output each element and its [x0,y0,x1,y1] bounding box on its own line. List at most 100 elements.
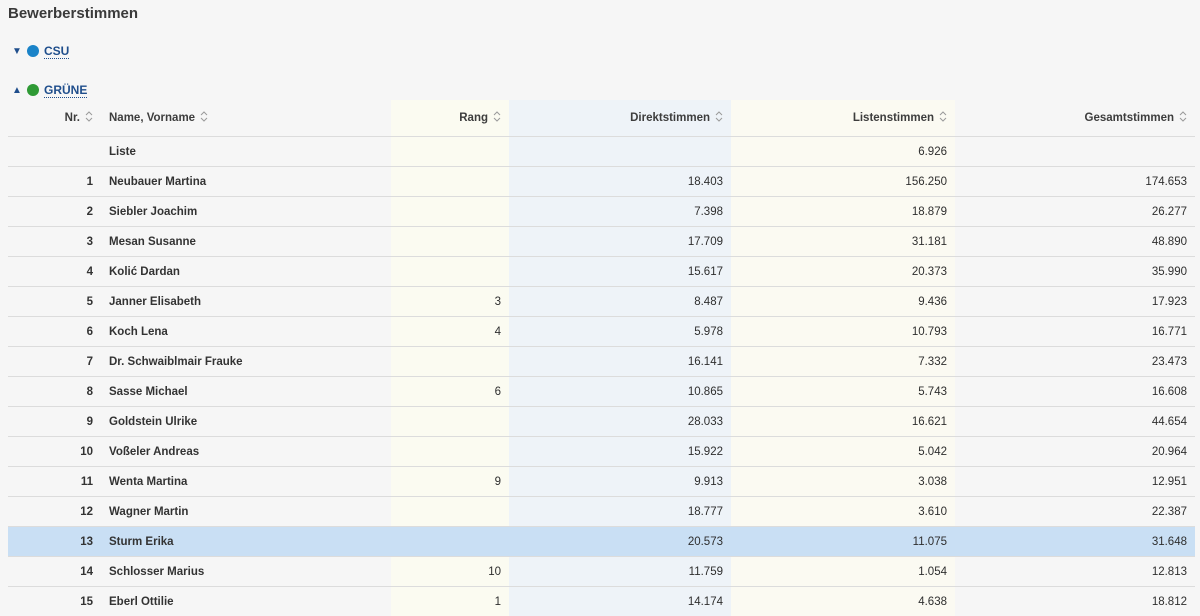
table-row[interactable]: 5 Janner Elisabeth 3 8.487 9.436 17.923 [8,286,1195,317]
table-row[interactable]: 6 Koch Lena 4 5.978 10.793 16.771 [8,316,1195,347]
cell-listenstimmen: 5.743 [731,376,955,407]
table-row[interactable]: 1 Neubauer Martina 18.403 156.250 174.653 [8,166,1195,197]
cell-direktstimmen: 15.922 [509,436,731,467]
cell-rang: 10 [391,556,509,587]
table-row[interactable]: 11 Wenta Martina 9 9.913 3.038 12.951 [8,466,1195,497]
header-gesamtstimmen-label: Gesamtstimmen [1084,112,1174,124]
cell-nr [8,136,101,167]
cell-nr: 5 [8,286,101,317]
cell-nr: 13 [8,526,101,557]
table-row[interactable]: 4 Kolić Dardan 15.617 20.373 35.990 [8,256,1195,287]
cell-name: Schlosser Marius [101,556,391,587]
party-toggle-csu[interactable]: ▼ CSU [12,42,70,60]
cell-rang [391,406,509,437]
table-row[interactable]: 15 Eberl Ottilie 1 14.174 4.638 18.812 [8,586,1195,616]
header-name[interactable]: Name, Vorname [101,100,391,137]
cell-nr: 12 [8,496,101,527]
header-nr[interactable]: Nr. [8,100,101,137]
cell-name: Goldstein Ulrike [101,406,391,437]
cell-gesamtstimmen: 26.277 [955,196,1195,227]
header-rang[interactable]: Rang [391,100,509,137]
cell-listenstimmen: 1.054 [731,556,955,587]
table-row[interactable]: 10 Voßeler Andreas 15.922 5.042 20.964 [8,436,1195,467]
cell-name: Koch Lena [101,316,391,347]
cell-rang: 9 [391,466,509,497]
cell-gesamtstimmen [955,136,1195,167]
cell-rang [391,196,509,227]
party-color-dot-gruene [27,84,39,96]
cell-listenstimmen: 20.373 [731,256,955,287]
candidate-votes-table: Nr. Name, Vorname Rang Direktstimmen Lis… [8,100,1195,616]
party-name-gruene[interactable]: GRÜNE [44,83,88,98]
party-color-dot-csu [27,45,39,57]
table-row[interactable]: 7 Dr. Schwaiblmair Frauke 16.141 7.332 23.47… [8,346,1195,377]
cell-name: Sturm Erika [101,526,391,557]
cell-direktstimmen: 16.141 [509,346,731,377]
header-direktstimmen-label: Direktstimmen [630,112,710,124]
table-row[interactable]: 2 Siebler Joachim 7.398 18.879 26.277 [8,196,1195,227]
sort-icon [715,111,723,123]
cell-name: Wenta Martina [101,466,391,497]
cell-nr: 1 [8,166,101,197]
cell-direktstimmen: 9.913 [509,466,731,497]
triangle-up-icon: ▲ [12,84,22,96]
table-row[interactable]: Liste 6.926 [8,136,1195,167]
table-header-row: Nr. Name, Vorname Rang Direktstimmen Lis… [8,100,1195,137]
cell-gesamtstimmen: 12.951 [955,466,1195,497]
cell-name: Neubauer Martina [101,166,391,197]
cell-listenstimmen: 18.879 [731,196,955,227]
triangle-down-icon: ▼ [12,45,22,57]
cell-nr: 9 [8,406,101,437]
cell-listenstimmen: 10.793 [731,316,955,347]
cell-nr: 4 [8,256,101,287]
header-rang-label: Rang [459,112,488,124]
cell-rang [391,226,509,257]
table-row[interactable]: 13 Sturm Erika 20.573 11.075 31.648 [8,526,1195,557]
cell-nr: 3 [8,226,101,257]
cell-name: Liste [101,136,391,167]
cell-direktstimmen: 18.777 [509,496,731,527]
cell-nr: 14 [8,556,101,587]
cell-rang [391,526,509,557]
table-row[interactable]: 12 Wagner Martin 18.777 3.610 22.387 [8,496,1195,527]
cell-nr: 8 [8,376,101,407]
cell-rang: 6 [391,376,509,407]
cell-direktstimmen: 28.033 [509,406,731,437]
party-toggle-gruene[interactable]: ▲ GRÜNE [12,81,88,99]
table-row[interactable]: 3 Mesan Susanne 17.709 31.181 48.890 [8,226,1195,257]
header-listenstimmen-label: Listenstimmen [852,112,934,124]
cell-direktstimmen: 18.403 [509,166,731,197]
cell-direktstimmen: 17.709 [509,226,731,257]
cell-direktstimmen: 20.573 [509,526,731,557]
cell-gesamtstimmen: 18.812 [955,586,1195,616]
header-gesamtstimmen[interactable]: Gesamtstimmen [955,100,1195,137]
cell-nr: 10 [8,436,101,467]
cell-direktstimmen: 15.617 [509,256,731,287]
table-row[interactable]: 8 Sasse Michael 6 10.865 5.743 16.608 [8,376,1195,407]
table-row[interactable]: 9 Goldstein Ulrike 28.033 16.621 44.654 [8,406,1195,437]
cell-gesamtstimmen: 44.654 [955,406,1195,437]
cell-direktstimmen [509,136,731,167]
cell-direktstimmen: 11.759 [509,556,731,587]
cell-listenstimmen: 3.038 [731,466,955,497]
cell-name: Dr. Schwaiblmair Frauke [101,346,391,377]
table-row[interactable]: 14 Schlosser Marius 10 11.759 1.054 12.813 [8,556,1195,587]
cell-name: Kolić Dardan [101,256,391,287]
sort-icon [939,111,947,123]
page-title: Bewerberstimmen [8,5,139,22]
cell-nr: 11 [8,466,101,497]
cell-name: Voßeler Andreas [101,436,391,467]
cell-listenstimmen: 5.042 [731,436,955,467]
cell-rang [391,256,509,287]
header-nr-label: Nr. [64,112,80,124]
cell-rang: 1 [391,586,509,616]
cell-rang [391,166,509,197]
cell-listenstimmen: 6.926 [731,136,955,167]
header-listenstimmen[interactable]: Listenstimmen [731,100,955,137]
header-direktstimmen[interactable]: Direktstimmen [509,100,731,137]
cell-direktstimmen: 10.865 [509,376,731,407]
cell-rang: 3 [391,286,509,317]
cell-gesamtstimmen: 22.387 [955,496,1195,527]
cell-name: Wagner Martin [101,496,391,527]
party-name-csu[interactable]: CSU [44,44,70,59]
